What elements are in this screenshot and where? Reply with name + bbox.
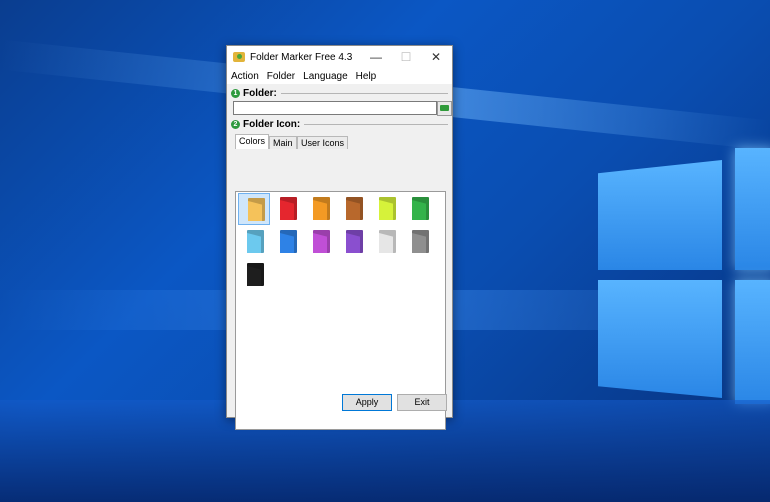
icon-section-header: 2 Folder Icon: (231, 117, 448, 131)
folder-icon (346, 197, 363, 220)
folder-color-option[interactable] (370, 193, 402, 225)
folder-color-option[interactable] (271, 193, 303, 225)
windows-logo-pane (598, 160, 722, 270)
folder-path-row (233, 101, 452, 116)
open-folder-icon (440, 105, 449, 111)
tab-main[interactable]: Main (269, 136, 297, 149)
app-icon (233, 52, 245, 62)
windows-logo-pane (735, 148, 770, 270)
minimize-button[interactable]: — (361, 46, 391, 68)
folder-label: Folder: (243, 87, 277, 99)
folder-color-option[interactable] (271, 226, 303, 258)
divider (304, 123, 448, 125)
folder-color-option[interactable] (337, 226, 369, 258)
windows-logo-pane (735, 280, 770, 404)
maximize-button[interactable]: ☐ (391, 46, 421, 68)
browse-folder-button[interactable] (437, 101, 452, 116)
folder-color-option[interactable] (304, 226, 336, 258)
folder-icon (379, 230, 396, 253)
step-1-icon: 1 (231, 88, 240, 98)
folder-color-option[interactable] (403, 226, 435, 258)
title-bar[interactable]: Folder Marker Free 4.3 — ☐ ✕ (227, 46, 452, 68)
folder-icon (247, 263, 264, 286)
folder-icon (280, 197, 297, 220)
tab-colors[interactable]: Colors (235, 134, 270, 149)
folder-path-input[interactable] (233, 101, 437, 115)
folder-color-option[interactable] (403, 193, 435, 225)
folder-icon (247, 230, 264, 253)
folder-icon (379, 197, 396, 220)
button-row: Apply Exit (227, 393, 452, 415)
window-title: Folder Marker Free 4.3 (250, 51, 353, 63)
menu-bar: Action Folder Language Help (227, 68, 452, 84)
folder-color-option[interactable] (304, 193, 336, 225)
menu-language[interactable]: Language (303, 71, 348, 82)
folder-icon (412, 197, 429, 220)
folder-color-option[interactable] (337, 193, 369, 225)
divider (280, 92, 448, 94)
menu-action[interactable]: Action (231, 71, 259, 82)
step-2-icon: 2 (231, 119, 240, 129)
folder-section-header: 1 Folder: (231, 86, 448, 100)
folder-icon (313, 230, 330, 253)
windows-logo-pane (598, 280, 722, 398)
folder-icon (280, 230, 297, 253)
apply-button[interactable]: Apply (342, 394, 392, 411)
icon-tabs: Colors Main User Icons (233, 134, 448, 149)
folder-icon (313, 197, 330, 220)
close-button[interactable]: ✕ (421, 46, 451, 68)
menu-folder[interactable]: Folder (267, 71, 295, 82)
folder-color-option[interactable] (238, 193, 270, 225)
tab-user-icons[interactable]: User Icons (297, 136, 349, 149)
folder-icon (346, 230, 363, 253)
exit-button[interactable]: Exit (397, 394, 447, 411)
folder-icon (248, 198, 265, 221)
folder-color-option[interactable] (370, 226, 402, 258)
folder-color-option[interactable] (238, 259, 270, 291)
folder-color-option[interactable] (238, 226, 270, 258)
folder-icon (412, 230, 429, 253)
app-window: Folder Marker Free 4.3 — ☐ ✕ Action Fold… (226, 45, 453, 430)
menu-help[interactable]: Help (356, 71, 377, 82)
folder-icon-label: Folder Icon: (243, 118, 301, 130)
